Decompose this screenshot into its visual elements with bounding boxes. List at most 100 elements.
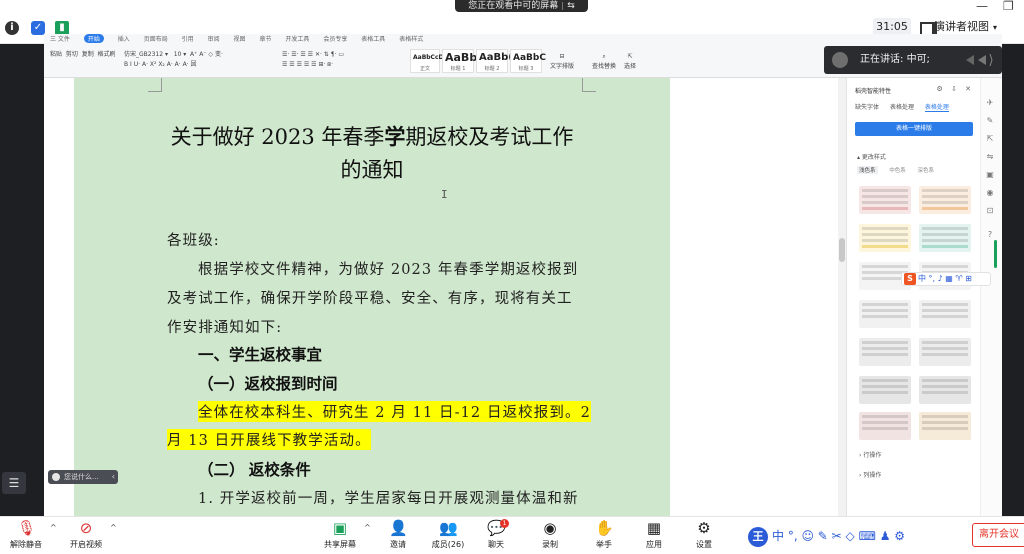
share-screen-icon: ▣ [332, 519, 348, 537]
chat-button[interactable]: 💬 1 聊天 [480, 519, 512, 550]
settings-button[interactable]: ⚙ 设置 [688, 519, 720, 550]
table-style-thumbnail[interactable] [859, 412, 911, 440]
style-heading-3[interactable]: AaBbC 标题 3 [510, 49, 546, 73]
share-screen-button[interactable]: ▣ 共享屏幕 [320, 519, 360, 550]
title-text: 关于做好 2023 年春季 [170, 125, 385, 149]
style-heading-1[interactable]: AaBb 标题 1 [442, 49, 477, 73]
table-style-thumbnail[interactable] [919, 186, 971, 214]
adjust-icon[interactable]: ⇋ [985, 152, 995, 162]
paste-button[interactable]: 粘贴 [50, 51, 62, 58]
record-button[interactable]: ◉ 录制 [534, 519, 566, 550]
shield-icon[interactable]: ✓ [31, 21, 45, 35]
table-style-thumbnail[interactable] [919, 376, 971, 404]
leave-meeting-button[interactable]: 离开会议 [972, 523, 1024, 547]
style-name: 正文 [419, 66, 430, 72]
column-operations[interactable]: › 列操作 [859, 470, 881, 479]
ribbon-tab[interactable]: 页面布局 [144, 34, 168, 43]
ribbon-tab[interactable]: 开发工具 [285, 34, 309, 43]
underline-icon[interactable]: U [134, 61, 138, 68]
toolbar-label: 成员(26) [431, 540, 465, 549]
row-operations[interactable]: › 行操作 [859, 450, 881, 459]
help-icon[interactable]: ? [985, 230, 995, 240]
signal-icon[interactable]: ▮ [55, 21, 69, 35]
speaking-prefix: 正在讲话: [860, 54, 904, 65]
ime-toolbar[interactable]: 王中 °, ☺ ✎ ✂ ◇ ⌨ ♟ ⚙ [748, 525, 966, 547]
format-painter-button[interactable]: 格式刷 [98, 51, 116, 58]
ribbon-tab[interactable]: 审阅 [208, 34, 220, 43]
ai-assistant-pill[interactable]: 您说什么... ‹ [48, 470, 118, 484]
style-normal[interactable]: AaBbCcDd 正文 [410, 49, 448, 73]
ime-mode[interactable]: 中 [772, 529, 784, 543]
one-key-format-button[interactable]: 表格一键排版 [855, 122, 973, 136]
list-toggle-icon[interactable]: ☰ [2, 472, 26, 494]
table-style-thumbnail[interactable] [859, 186, 911, 214]
unmute-button[interactable]: 🎙 解除静音 [6, 519, 46, 550]
ime-logo: 王 [748, 527, 768, 547]
ribbon-tab[interactable]: 引用 [182, 34, 194, 43]
document-scrollbar[interactable] [838, 78, 846, 516]
ribbon-tab[interactable]: 视图 [234, 34, 246, 43]
text-layout-button[interactable]: ⊟ 文字排版 [550, 52, 574, 72]
raise-hand-button[interactable]: ✋ 举手 [588, 519, 620, 550]
ribbon-tab[interactable]: 表格样式 [399, 34, 423, 43]
heading-3: （二） 返校条件 [198, 462, 311, 479]
apps-button[interactable]: ▦ 应用 [638, 519, 670, 550]
table-style-thumbnail[interactable] [919, 300, 971, 328]
ribbon-tab[interactable]: 三 文件 [50, 34, 70, 43]
style-heading-2[interactable]: AaBb(标题 2 [476, 49, 513, 73]
scroll-thumb[interactable] [839, 238, 845, 262]
find-replace-button[interactable]: ⌕ 查找替换 [592, 52, 616, 72]
chevron-up-icon[interactable]: ^ [110, 523, 117, 532]
ribbon-tab[interactable]: 章节 [259, 34, 271, 43]
invite-button[interactable]: 👤 邀请 [382, 519, 414, 550]
align-left-icon[interactable]: ☰ [282, 61, 287, 68]
pin-icon[interactable]: ✈ [985, 98, 995, 108]
collapse-icon[interactable]: ‹ [112, 470, 115, 484]
italic-icon[interactable]: I [130, 61, 132, 68]
info-icon[interactable]: i [5, 21, 19, 35]
location-icon[interactable]: ◉ [985, 188, 995, 198]
pointer-icon[interactable]: ⇱ [985, 134, 995, 144]
settings-icon: ⚙ [697, 519, 711, 537]
ribbon-tab[interactable]: 表格工具 [361, 34, 385, 43]
panel-controls[interactable]: ⚙ ⇩ ✕ [937, 85, 974, 93]
crop-mark [148, 78, 162, 92]
floating-ime-toolbar[interactable]: S中 °, ♪ ▦ ♈ ⊞ [901, 272, 991, 286]
start-video-button[interactable]: ⊘ 开启视频 [66, 519, 106, 550]
mic-off-icon: 🎙 [17, 519, 37, 537]
ribbon-tab[interactable]: 会员专享 [323, 34, 347, 43]
subtab[interactable]: 中色系 [889, 166, 906, 174]
select-button[interactable]: ⇱ 选择 [624, 52, 636, 72]
ribbon-tab[interactable]: 开始 [83, 34, 104, 43]
share-options-icon[interactable]: ⇆ [567, 1, 575, 11]
table-style-thumbnail[interactable] [859, 300, 911, 328]
panel-tab[interactable]: 表格处理 [890, 102, 914, 111]
chevron-up-icon[interactable]: ^ [50, 523, 57, 532]
toolbar-label: 录制 [542, 540, 558, 549]
panel-tab[interactable]: 表格处理 [924, 102, 949, 112]
pen-icon[interactable]: ✎ [985, 116, 995, 126]
members-button[interactable]: 👥 成员(26) [426, 519, 470, 550]
video-off-icon: ⊘ [79, 519, 93, 537]
copy-button[interactable]: 复制 [82, 51, 94, 58]
ribbon-tab[interactable]: 插入 [118, 34, 130, 43]
minimize-icon[interactable]: — [976, 0, 988, 12]
table-style-thumbnail[interactable] [919, 224, 971, 252]
table-style-thumbnail[interactable] [859, 224, 911, 252]
cut-button[interactable]: 剪切 [66, 51, 78, 58]
table-style-thumbnail[interactable] [859, 376, 911, 404]
table-style-thumbnail[interactable] [859, 338, 911, 366]
table-style-thumbnail[interactable] [919, 412, 971, 440]
frame-icon[interactable]: ⊡ [985, 206, 995, 216]
panel-tab[interactable]: 缺失字体 [855, 102, 879, 111]
subtab[interactable]: 深色系 [918, 166, 935, 174]
section-header[interactable]: ▴ 更改样式 [857, 152, 886, 161]
font-name-select[interactable]: 仿宋_GB2312 [124, 51, 163, 58]
image-icon[interactable]: ▣ [985, 170, 995, 180]
chevron-up-icon[interactable]: ^ [364, 523, 371, 532]
font-size-select[interactable]: 10 [174, 51, 182, 58]
subtab[interactable]: 浅色系 [857, 166, 878, 174]
bold-icon[interactable]: B [124, 61, 128, 68]
restore-icon[interactable]: ❐ [1003, 0, 1014, 12]
table-style-thumbnail[interactable] [919, 338, 971, 366]
